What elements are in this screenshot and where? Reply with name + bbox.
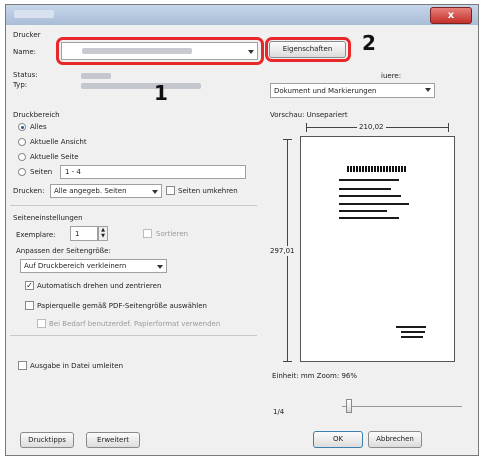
ausgabe-checkbox[interactable]: [18, 361, 27, 370]
typ-label: Typ:: [13, 81, 28, 89]
drucken-select-value: Alle angegeb. Seiten: [54, 187, 127, 195]
divider: [10, 335, 257, 336]
height-dimension-value: 297,01: [270, 246, 295, 256]
auto-drehen-checkbox[interactable]: ✓: [25, 281, 34, 290]
preview-text-line: [396, 326, 426, 328]
typ-value-blurred: [81, 83, 201, 89]
sortieren-label: Sortieren: [156, 230, 189, 238]
drucken-label: Drucken:: [13, 187, 45, 195]
exemplare-value: 1: [75, 230, 80, 238]
preview-text-line: [339, 210, 387, 212]
title-bar: x: [6, 5, 478, 25]
druckbereich-group-label: Druckbereich: [13, 111, 60, 119]
alles-label: Alles: [30, 123, 47, 131]
seiteneinstellungen-group-label: Seiteneinstellungen: [13, 214, 83, 222]
name-label: Name:: [13, 48, 37, 56]
dim-tick: [306, 123, 307, 132]
chevron-down-icon: [157, 265, 163, 269]
exemplare-spinner[interactable]: ▲ ▼: [98, 226, 108, 241]
papierquelle-label: Papierquelle gemäß PDF-Seitengröße auswä…: [37, 302, 207, 310]
anpassen-select[interactable]: Auf Druckbereich verkleinern: [20, 259, 167, 273]
page-slider-thumb[interactable]: [346, 399, 352, 413]
radio-alles[interactable]: [18, 123, 26, 131]
auto-drehen-label: Automatisch drehen und zentrieren: [37, 282, 162, 290]
close-button[interactable]: x: [430, 7, 472, 24]
seiten-umkehren-checkbox[interactable]: [166, 186, 175, 195]
preview-text-line: [401, 336, 423, 338]
preview-text-line: [339, 217, 399, 219]
annotation-box-2: [265, 37, 351, 62]
drucken-select[interactable]: Alle angegeb. Seiten: [50, 184, 162, 198]
window-title-blurred: [14, 10, 54, 18]
annotation-number-2: 2: [362, 31, 376, 55]
exemplare-input[interactable]: 1: [70, 226, 98, 241]
dim-tick: [448, 123, 449, 132]
exemplare-label: Exemplare:: [16, 231, 56, 239]
aktuelle-ansicht-label: Aktuelle Ansicht: [30, 138, 87, 146]
status-label: Status:: [13, 71, 38, 79]
width-dimension-value: 210,02: [357, 123, 386, 131]
sortieren-checkbox[interactable]: [143, 229, 152, 238]
dim-tick: [283, 361, 292, 362]
page-indicator: 1/4: [273, 408, 285, 416]
ok-button[interactable]: OK: [313, 431, 363, 448]
print-dialog: x Drucker Name: Status: Typ: Eigenschaft…: [5, 4, 479, 456]
abbrechen-button[interactable]: Abbrechen: [368, 431, 422, 448]
aktuelle-seite-label: Aktuelle Seite: [30, 153, 79, 161]
drucktipps-button[interactable]: Drucktipps: [20, 432, 74, 448]
page-slider-track[interactable]: [342, 406, 462, 407]
dim-tick: [283, 139, 292, 140]
status-value-blurred: [81, 73, 111, 79]
bei-bedarf-checkbox[interactable]: [37, 319, 46, 328]
seiten-input[interactable]: 1 - 4: [60, 165, 246, 179]
annotation-box-1: [56, 37, 264, 65]
bei-bedarf-label: Bei Bedarf benutzerdef. Papierformat ver…: [49, 320, 221, 328]
radio-seiten[interactable]: [18, 168, 26, 176]
comments-forms-value: Dokument und Markierungen: [274, 87, 377, 95]
seiten-label: Seiten: [30, 168, 53, 176]
drucker-group-label: Drucker: [13, 31, 41, 39]
radio-aktuelle-seite[interactable]: [18, 153, 26, 161]
chevron-down-icon: [425, 88, 431, 92]
preview-text-line: [339, 179, 399, 181]
erweitert-button[interactable]: Erweitert: [86, 432, 140, 448]
comments-forms-select[interactable]: Dokument und Markierungen: [270, 83, 435, 98]
vorschau-label: Vorschau: Unsepariert: [270, 111, 348, 119]
ausgabe-label: Ausgabe in Datei umleiten: [30, 362, 124, 370]
preview-text-line: [401, 331, 425, 333]
preview-text-line: [339, 203, 409, 205]
chevron-down-icon: [152, 190, 158, 194]
seiten-umkehren-label: Seiten umkehren: [178, 187, 238, 195]
seiten-input-value: 1 - 4: [65, 168, 81, 176]
comments-label-partial: iuere:: [381, 72, 402, 80]
annotation-number-1: 1: [154, 81, 168, 105]
anpassen-label: Anpassen der Seitengröße:: [16, 247, 111, 255]
zoom-info: Einheit: mm Zoom: 96%: [272, 372, 358, 380]
anpassen-select-value: Auf Druckbereich verkleinern: [24, 262, 127, 270]
preview-barcode: [347, 166, 407, 172]
page-preview: [300, 136, 455, 362]
divider: [10, 205, 257, 206]
radio-aktuelle-ansicht[interactable]: [18, 138, 26, 146]
papierquelle-checkbox[interactable]: [25, 301, 34, 310]
preview-text-line: [339, 195, 401, 197]
preview-text-line: [339, 188, 391, 190]
